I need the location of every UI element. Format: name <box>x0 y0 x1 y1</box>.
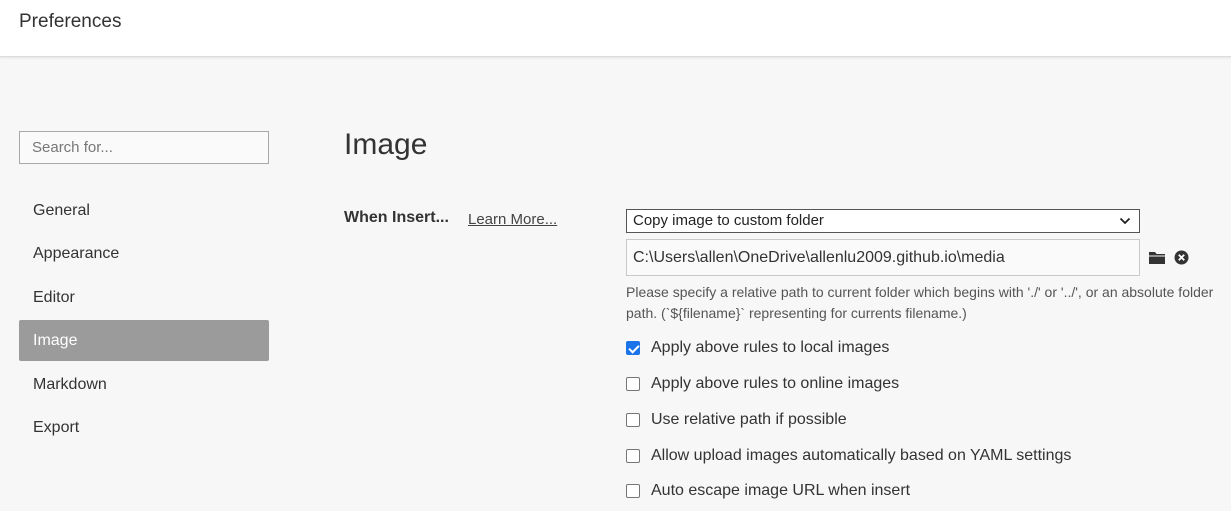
option-label: Use relative path if possible <box>651 411 847 428</box>
option-auto-escape-url[interactable]: Auto escape image URL when insert <box>626 480 910 502</box>
folder-icon[interactable] <box>1148 249 1166 266</box>
sidebar-item-export[interactable]: Export <box>19 407 269 448</box>
learn-more-link[interactable]: Learn More... <box>468 211 557 228</box>
option-use-relative-path[interactable]: Use relative path if possible <box>626 409 847 431</box>
option-label: Auto escape image URL when insert <box>651 482 911 499</box>
option-label: Apply above rules to online images <box>651 375 900 392</box>
option-apply-online-images[interactable]: Apply above rules to online images <box>626 373 899 395</box>
window-title: Preferences <box>19 11 122 32</box>
path-hint-text: Please specify a relative path to curren… <box>626 284 1214 321</box>
option-label: Apply above rules to local images <box>651 339 890 356</box>
checkbox[interactable] <box>626 377 640 391</box>
option-apply-local-images[interactable]: Apply above rules to local images <box>626 337 889 359</box>
sidebar-item-image[interactable]: Image <box>19 320 269 361</box>
option-auto-upload-yaml[interactable]: Allow upload images automatically based … <box>626 445 1071 467</box>
checkbox[interactable] <box>626 484 640 498</box>
page-title: Image <box>344 128 428 161</box>
chevron-down-icon <box>1119 217 1131 225</box>
when-insert-label: When Insert... <box>344 209 449 226</box>
title-bar: Preferences <box>0 0 1231 57</box>
search-input[interactable] <box>19 131 269 164</box>
insert-action-select[interactable]: Copy image to custom folder <box>626 209 1140 233</box>
clear-circle-icon[interactable] <box>1174 250 1189 265</box>
sidebar-item-appearance[interactable]: Appearance <box>19 233 269 274</box>
checkbox[interactable] <box>626 449 640 463</box>
option-label: Allow upload images automatically based … <box>651 447 1072 464</box>
sidebar-item-markdown[interactable]: Markdown <box>19 364 269 405</box>
sidebar-item-general[interactable]: General <box>19 190 269 231</box>
checkbox[interactable] <box>626 413 640 427</box>
sidebar-item-editor[interactable]: Editor <box>19 277 269 318</box>
insert-action-selected-value: Copy image to custom folder <box>633 212 824 229</box>
image-folder-path-input[interactable] <box>626 239 1140 276</box>
checkbox[interactable] <box>626 341 640 355</box>
